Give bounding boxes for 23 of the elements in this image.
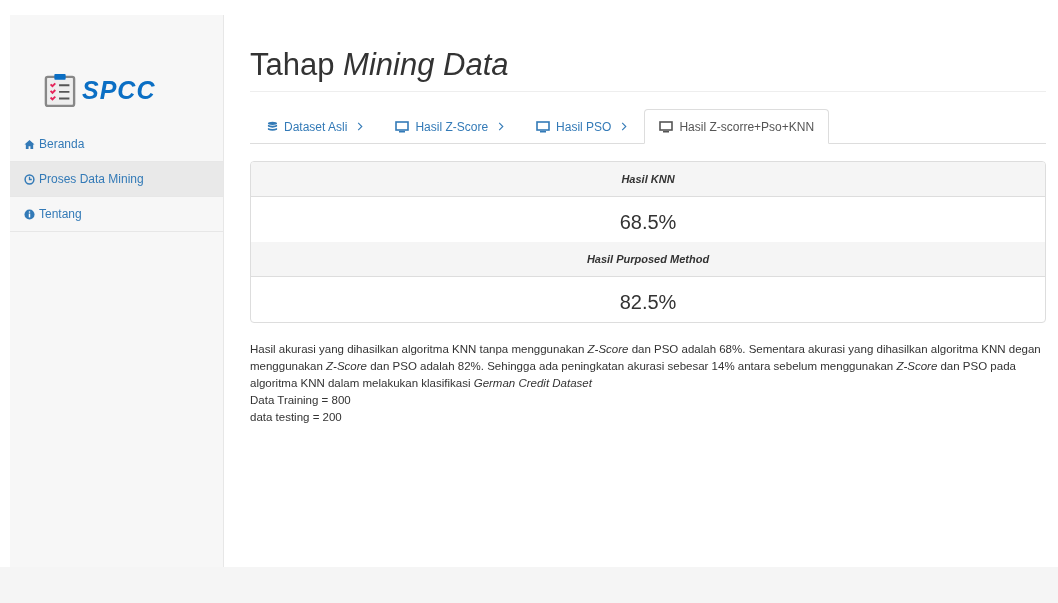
description-text: Hasil akurasi yang dihasilkan algoritma KNN tanpa menggunakan Z-Score dan PSO adalah 68%. Sementara akurasi yang dihasilkan algoritma KNN degan menggunakan Z-Score dan PSO adalah 82%. Sehingga ada peningkatan akurasi sebesar 14% antara sebelum menggunakan Z-Score dan PSO pada algoritma KNN dalam melakukan klasifikasi German Credit Dataset: [250, 342, 1042, 391]
monitor-icon: [395, 120, 410, 133]
monitor-icon: [659, 120, 674, 133]
tab[interactable]: Hasil Z-Score: [380, 109, 520, 144]
description-text: data testing = 200: [250, 410, 342, 425]
monitor-icon: [536, 120, 551, 133]
description-text: Data Training = 800: [250, 393, 351, 408]
home-icon: [24, 138, 35, 150]
result-heading: Hasil Purposed Method: [251, 242, 1045, 277]
page-title: Tahap Mining Data: [250, 47, 1046, 92]
clipboard-icon: [44, 73, 76, 107]
result-value: 82.5%: [618, 290, 678, 315]
tab[interactable]: Hasil Z-scorre+Pso+KNN: [644, 109, 830, 144]
result-heading: Hasil KNN: [251, 162, 1045, 197]
result-value: 68.5%: [618, 210, 678, 235]
tab[interactable]: Dataset Asli: [252, 109, 379, 144]
clock-icon: [24, 173, 35, 185]
tab[interactable]: Hasil PSO: [521, 109, 643, 144]
database-icon: [267, 121, 278, 132]
logo-text: SPCC: [82, 75, 156, 105]
sidebar-item[interactable]: Proses Data Mining: [10, 162, 223, 197]
info-icon: [24, 208, 35, 220]
sidebar-item[interactable]: Tentang: [10, 197, 223, 232]
